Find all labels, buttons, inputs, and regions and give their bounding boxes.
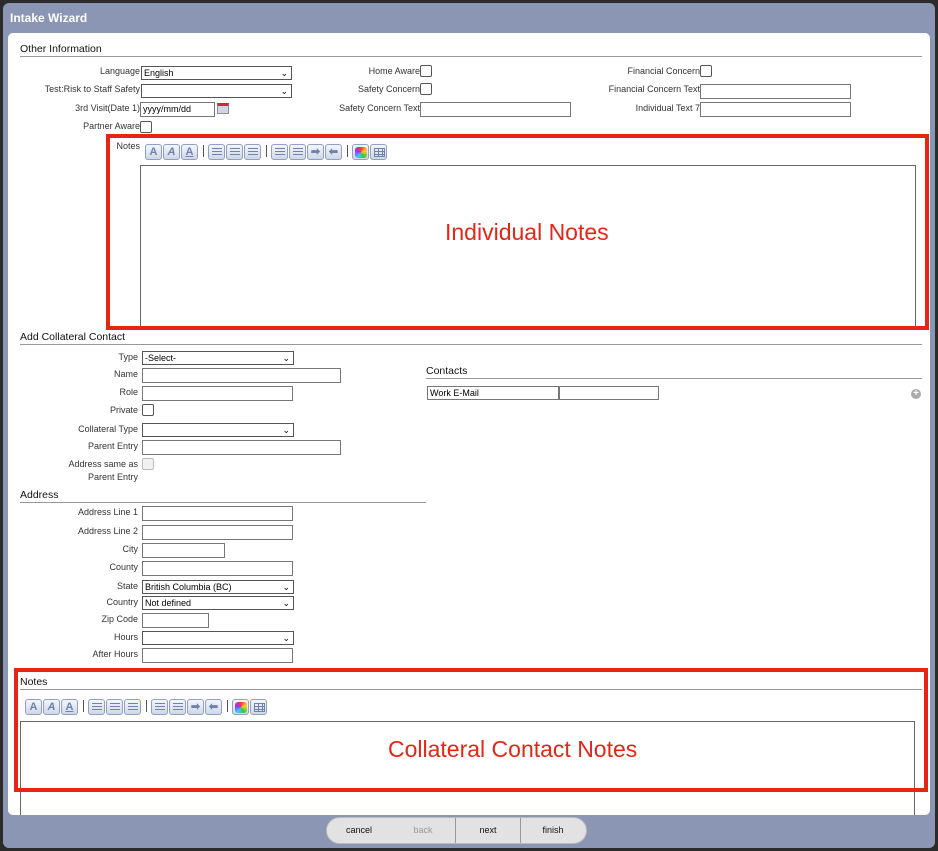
state-value: British Columbia (BC) — [145, 582, 232, 592]
chevron-down-icon: ⌄ — [282, 598, 290, 608]
chevron-down-icon: ⌄ — [282, 353, 290, 363]
chevron-down-icon: ⌄ — [282, 633, 290, 643]
risk-staff-safety-label: Test:Risk to Staff Safety — [44, 84, 140, 94]
hours-label: Hours — [113, 632, 138, 642]
county-label: County — [109, 562, 138, 572]
zip-code-input[interactable] — [142, 613, 209, 628]
finish-button[interactable]: finish — [521, 818, 585, 843]
language-label: Language — [99, 66, 140, 76]
safety-concern-text-input[interactable] — [420, 102, 571, 117]
role-input[interactable] — [142, 386, 293, 401]
address-same-label-line2: Parent Entry — [87, 472, 138, 482]
risk-staff-safety-select[interactable]: ⌄ — [141, 84, 292, 98]
address-same-label: Address same as — [68, 459, 138, 469]
financial-concern-label: Financial Concern — [627, 66, 700, 76]
add-contact-icon[interactable]: + — [911, 389, 921, 399]
private-label: Private — [109, 405, 138, 415]
individual-notes-annotation: Individual Notes — [445, 219, 609, 245]
wizard-footer: cancel back next finish — [326, 817, 587, 844]
language-select[interactable]: English ⌄ — [141, 66, 292, 80]
country-value: Not defined — [145, 598, 192, 608]
wizard-content: Other Information Language English ⌄ Test… — [8, 33, 930, 815]
collateral-notes-highlight — [14, 668, 928, 792]
after-hours-input[interactable] — [142, 648, 293, 663]
safety-concern-label: Safety Concern — [357, 84, 420, 94]
third-visit-date-input[interactable]: yyyy/mm/dd — [140, 102, 215, 117]
address-line1-input[interactable] — [142, 506, 293, 521]
chevron-down-icon: ⌄ — [280, 68, 288, 78]
individual-text7-label: Individual Text 7 — [635, 103, 700, 113]
home-aware-label: Home Aware — [368, 66, 420, 76]
section-heading-add-collateral-contact: Add Collateral Contact — [20, 331, 922, 345]
section-heading-contacts: Contacts — [426, 365, 922, 379]
financial-concern-text-label: Financial Concern Text — [608, 84, 700, 94]
safety-concern-checkbox[interactable] — [420, 83, 432, 95]
name-label: Name — [113, 369, 138, 379]
chevron-down-icon: ⌄ — [282, 582, 290, 592]
chevron-down-icon: ⌄ — [280, 86, 288, 96]
after-hours-label: After Hours — [92, 649, 138, 659]
home-aware-checkbox[interactable] — [420, 65, 432, 77]
contact-type-select[interactable]: Work E-Mail — [427, 386, 559, 400]
parent-entry-input[interactable] — [142, 440, 341, 455]
chevron-down-icon: ⌄ — [282, 425, 290, 435]
city-label: City — [122, 544, 139, 554]
window-title: Intake Wizard — [10, 11, 88, 25]
contact-value-input[interactable] — [559, 386, 659, 400]
state-select[interactable]: British Columbia (BC) ⌄ — [142, 580, 294, 594]
third-visit-label: 3rd Visit(Date 1) — [75, 103, 140, 113]
financial-concern-checkbox[interactable] — [700, 65, 712, 77]
section-heading-other-information: Other Information — [20, 43, 922, 57]
collateral-type-select[interactable]: -Select- ⌄ — [142, 351, 294, 365]
collateral-type-value: -Select- — [145, 353, 177, 363]
section-heading-address: Address — [20, 489, 426, 503]
individual-text7-input[interactable] — [700, 102, 851, 117]
safety-concern-text-label: Safety Concern Text — [339, 103, 420, 113]
role-label: Role — [119, 387, 138, 397]
intake-wizard-window: Intake Wizard Other Information Language… — [3, 3, 935, 848]
address-line1-label: Address Line 1 — [77, 507, 138, 517]
address-same-checkbox[interactable] — [142, 458, 154, 470]
partner-aware-checkbox[interactable] — [140, 121, 152, 133]
zip-code-label: Zip Code — [101, 614, 138, 624]
next-button[interactable]: next — [456, 818, 520, 843]
cancel-button[interactable]: cancel — [327, 818, 391, 843]
hours-select[interactable]: ⌄ — [142, 631, 294, 645]
collateral-type-label: Collateral Type — [78, 424, 138, 434]
collateral-type-select-label: Type — [118, 352, 138, 362]
collateral-notes-annotation: Collateral Contact Notes — [388, 736, 638, 762]
address-line2-label: Address Line 2 — [77, 526, 138, 536]
state-label: State — [116, 581, 138, 591]
country-select[interactable]: Not defined ⌄ — [142, 596, 294, 610]
language-select-value: English — [144, 68, 174, 78]
name-input[interactable] — [142, 368, 341, 383]
private-checkbox[interactable] — [142, 404, 154, 416]
address-line2-input[interactable] — [142, 525, 293, 540]
city-input[interactable] — [142, 543, 225, 558]
calendar-icon[interactable] — [217, 103, 229, 114]
partner-aware-label: Partner Aware — [83, 121, 140, 131]
county-input[interactable] — [142, 561, 293, 576]
collateral-category-select[interactable]: ⌄ — [142, 423, 294, 437]
financial-concern-text-input[interactable] — [700, 84, 851, 99]
country-label: Country — [106, 597, 138, 607]
parent-entry-label: Parent Entry — [87, 441, 138, 451]
back-button[interactable]: back — [391, 818, 455, 843]
